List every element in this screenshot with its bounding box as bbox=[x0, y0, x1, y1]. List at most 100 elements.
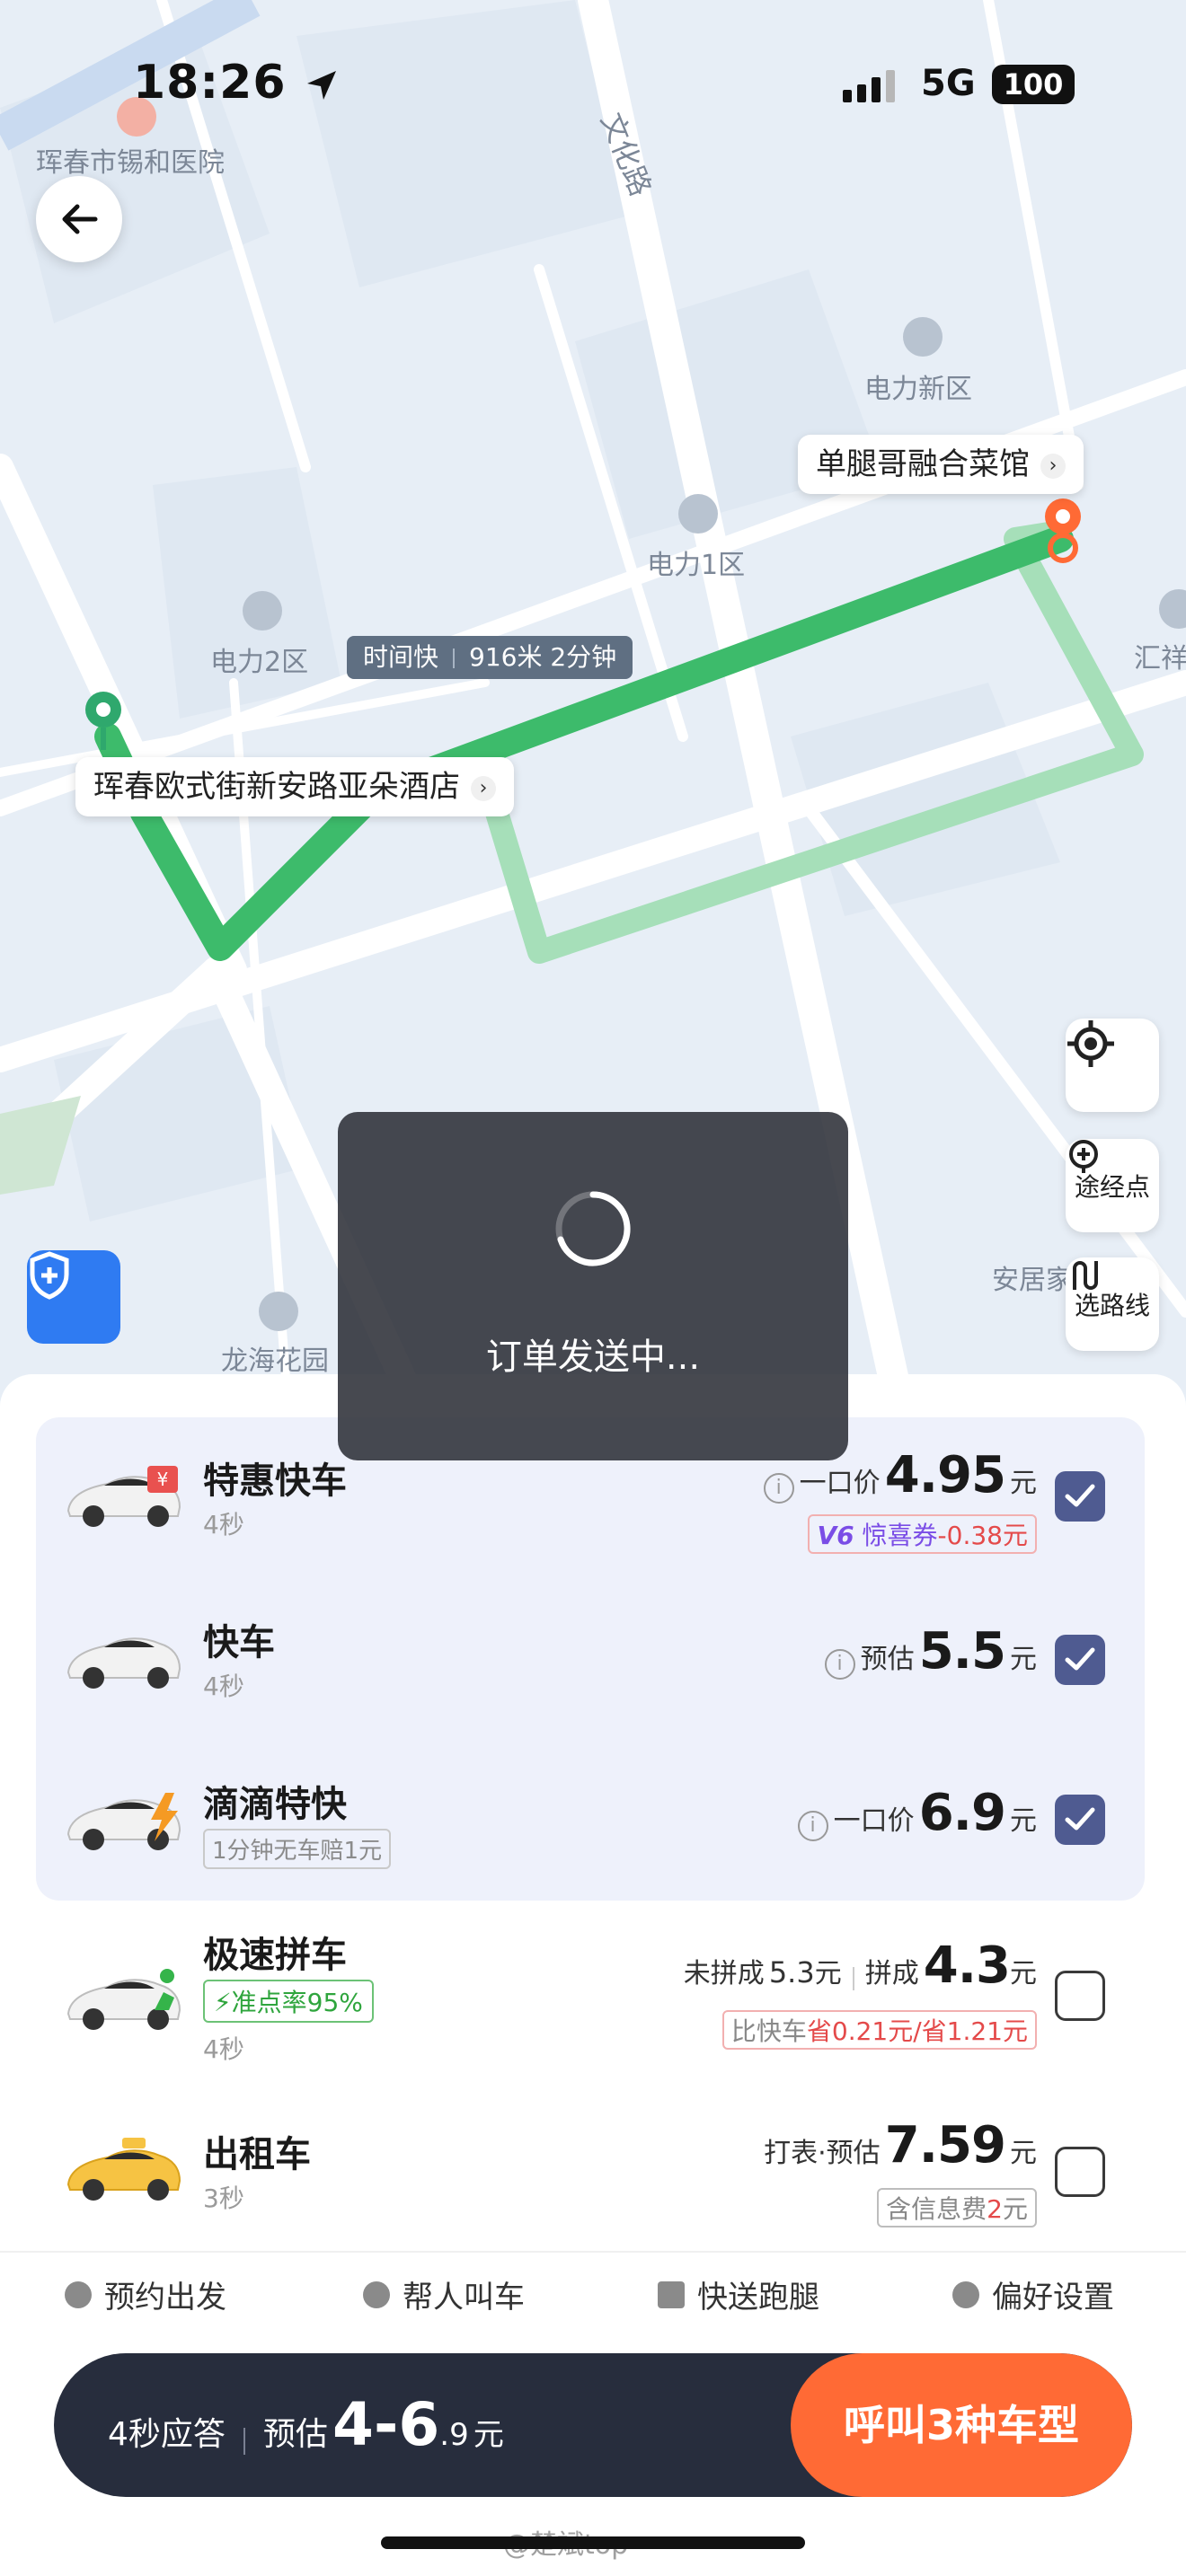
coupon-label: 惊喜券 bbox=[862, 1521, 938, 1550]
origin-name: 珲春欧式街新安路亚朵酒店 bbox=[93, 769, 460, 805]
settings-icon bbox=[952, 2280, 979, 2308]
unpooled-label: 未拼成 bbox=[683, 1958, 765, 1989]
svg-text:¥: ¥ bbox=[157, 1469, 169, 1490]
ride-checkbox-checked[interactable] bbox=[1055, 1471, 1105, 1522]
back-button[interactable] bbox=[36, 176, 122, 262]
preferences-option[interactable]: 偏好设置 bbox=[952, 2272, 1114, 2316]
savings-value: 省0.21元/省1.21元 bbox=[806, 2016, 1028, 2046]
price-value: 5.5 bbox=[918, 1622, 1006, 1681]
location-arrow-icon bbox=[306, 71, 336, 100]
ride-name: 特惠快车 bbox=[203, 1460, 347, 1502]
checkmark-icon bbox=[1065, 1807, 1095, 1831]
info-icon[interactable]: i bbox=[824, 1648, 855, 1680]
car-carpool-icon bbox=[66, 1969, 181, 2030]
estimate-unit: 元 bbox=[473, 2417, 504, 2453]
estimate-range: 4-6 bbox=[332, 2390, 440, 2459]
call-bar: 4秒应答 预估 4-6.9 元 呼叫3种车型 bbox=[54, 2353, 1132, 2497]
time-text: 18:26 bbox=[133, 56, 287, 110]
route-tag[interactable]: 时间快 916米 2分钟 bbox=[347, 636, 633, 679]
checkmark-icon bbox=[1065, 1484, 1095, 1507]
battery-indicator: 100 bbox=[992, 65, 1075, 104]
taxi-icon bbox=[66, 2138, 181, 2201]
savings-prefix: 比快车 bbox=[730, 2016, 807, 2046]
response-time: 4秒应答 bbox=[108, 2416, 226, 2453]
origin-callout[interactable]: 珲春欧式街新安路亚朵酒店 › bbox=[75, 757, 514, 816]
status-bar: 18:26 5G 100 bbox=[0, 0, 1186, 110]
route-select-button[interactable]: 选路线 bbox=[1066, 1257, 1159, 1351]
district-label-huixiang: 汇祥 bbox=[1134, 643, 1186, 675]
car-white-icon bbox=[66, 1637, 181, 1689]
price-unit: 元 bbox=[1010, 2138, 1037, 2169]
sending-order-toast: 订单发送中... bbox=[338, 1112, 848, 1460]
price-label: 一口价 bbox=[833, 1805, 915, 1837]
ride-name: 出租车 bbox=[203, 2134, 311, 2175]
surprise-coupon-badge: V6 惊喜券-0.38元 bbox=[808, 1514, 1037, 1554]
hospital-label: 珲春市锡和医院 bbox=[36, 147, 225, 179]
call-car-button[interactable]: 呼叫3种车型 bbox=[791, 2353, 1132, 2497]
home-indicator[interactable] bbox=[381, 2536, 805, 2549]
price-value: 4.95 bbox=[884, 1446, 1006, 1504]
status-time: 18:26 bbox=[133, 56, 340, 110]
call-for-others-option[interactable]: 帮人叫车 bbox=[363, 2272, 525, 2316]
option-label: 预约出发 bbox=[104, 2280, 226, 2316]
fee-suffix: 元 bbox=[1002, 2194, 1028, 2224]
info-icon[interactable]: i bbox=[797, 1810, 828, 1841]
shield-icon bbox=[30, 1251, 69, 1300]
waypoint-button[interactable]: 途经点 bbox=[1066, 1139, 1159, 1232]
price-value: 4.3 bbox=[923, 1936, 1011, 1995]
chevron-right-icon: › bbox=[1040, 453, 1066, 479]
safety-shield-button[interactable] bbox=[27, 1250, 120, 1344]
price-value: 6.9 bbox=[918, 1784, 1006, 1842]
crosshair-icon bbox=[1067, 1020, 1114, 1067]
coupon-tier: V6 bbox=[817, 1521, 854, 1550]
loading-spinner-icon bbox=[555, 1191, 631, 1266]
ride-option-kuaiche[interactable]: 快车 4秒 i 预估 5.5 元 bbox=[36, 1590, 1145, 1725]
route-speed: 时间快 bbox=[363, 642, 439, 672]
delivery-option[interactable]: 快送跑腿 bbox=[658, 2272, 819, 2316]
person-icon bbox=[363, 2280, 390, 2308]
box-icon bbox=[658, 2280, 685, 2308]
arrow-left-icon bbox=[62, 204, 98, 234]
fee-prefix: 含信息费 bbox=[886, 2194, 987, 2224]
chevron-right-icon: › bbox=[471, 775, 496, 801]
estimate-range-decimal: .9 bbox=[439, 2417, 469, 2453]
option-label: 偏好设置 bbox=[992, 2280, 1114, 2316]
ride-option-taxi[interactable]: 出租车 3秒 打表·预估 7.59 元 含信息费2元 bbox=[36, 2102, 1145, 2236]
ride-name: 极速拼车 bbox=[203, 1935, 347, 1976]
district-label-dianli-new: 电力新区 bbox=[864, 374, 972, 405]
price-label: 预估 bbox=[860, 1644, 915, 1675]
price-unit: 元 bbox=[1010, 1805, 1037, 1837]
compensation-tag: 1分钟无车赔1元 bbox=[203, 1829, 392, 1869]
destination-callout[interactable]: 单腿哥融合菜馆 › bbox=[798, 435, 1084, 494]
unpooled-price: 5.3 bbox=[768, 1955, 815, 1989]
checkmark-icon bbox=[1065, 1647, 1095, 1671]
destination-name: 单腿哥融合菜馆 bbox=[816, 446, 1030, 482]
ride-option-pinche[interactable]: 极速拼车 ⚡准点率95% 4秒 未拼成 5.3元 拼成 4.3元 比快车省0.21… bbox=[36, 1913, 1145, 2066]
price-value: 7.59 bbox=[884, 2116, 1006, 2175]
ride-price: 未拼成 5.3元 拼成 4.3元 bbox=[684, 1936, 1037, 1995]
info-icon[interactable]: i bbox=[763, 1472, 794, 1504]
ride-checkbox-unchecked[interactable] bbox=[1055, 2147, 1105, 2197]
waypoint-pin-icon bbox=[1069, 1140, 1098, 1173]
ride-eta: 4秒 bbox=[203, 1672, 244, 1701]
car-lightning-icon bbox=[66, 1793, 181, 1850]
ride-option-tekuai[interactable]: 滴滴特快 1分钟无车赔1元 i 一口价 6.9 元 bbox=[36, 1751, 1145, 1886]
schedule-ride-option[interactable]: 预约出发 bbox=[65, 2272, 226, 2316]
price-unit: 元 bbox=[1010, 1644, 1037, 1675]
locate-button[interactable] bbox=[1066, 1019, 1159, 1112]
ride-checkbox-unchecked[interactable] bbox=[1055, 1971, 1105, 2021]
ride-checkbox-checked[interactable] bbox=[1055, 1795, 1105, 1845]
ride-eta: 3秒 bbox=[203, 2183, 244, 2213]
coupon-value: -0.38元 bbox=[937, 1521, 1028, 1550]
toast-message: 订单发送中... bbox=[485, 1337, 701, 1378]
price-label: 一口价 bbox=[799, 1468, 881, 1499]
ride-price: i 预估 5.5 元 bbox=[824, 1622, 1037, 1681]
ride-checkbox-checked[interactable] bbox=[1055, 1635, 1105, 1685]
unpooled-unit: 元 bbox=[814, 1958, 842, 1989]
district-label-dianli1: 电力1区 bbox=[647, 550, 746, 581]
punctuality-text: 准点率95% bbox=[231, 1988, 363, 2017]
car-white-coupon-icon: ¥ bbox=[66, 1466, 181, 1527]
route-distance-time: 916米 2分钟 bbox=[469, 642, 617, 672]
estimate-label: 预估 bbox=[262, 2416, 328, 2453]
ride-price: 打表·预估 7.59 元 bbox=[764, 2116, 1037, 2175]
